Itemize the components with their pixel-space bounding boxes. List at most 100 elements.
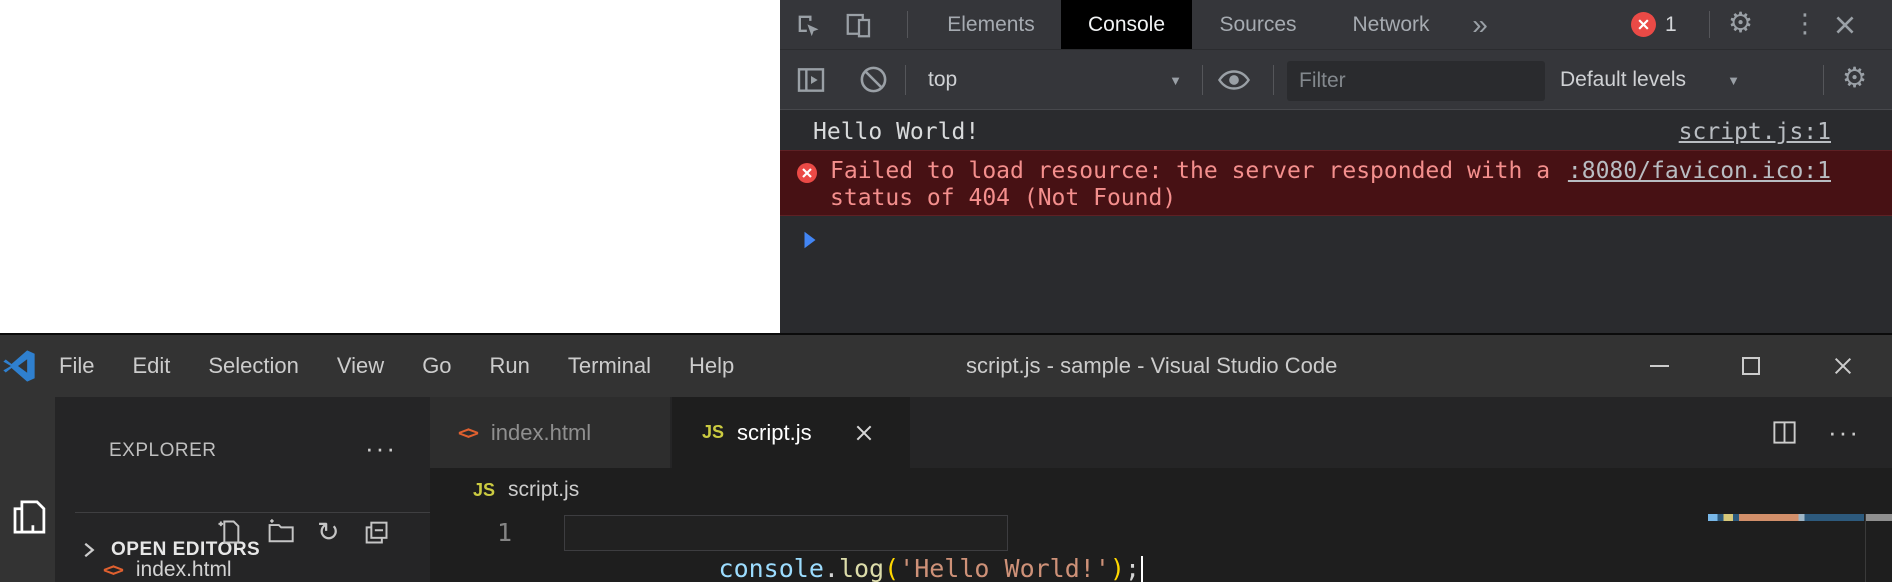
close-devtools-icon[interactable] xyxy=(1832,12,1858,38)
inspect-element-icon[interactable] xyxy=(794,11,822,39)
editor-actions: ··· xyxy=(1771,397,1860,468)
code-token-string: 'Hello World!' xyxy=(899,554,1110,582)
error-message-line1: Failed to load resource: the server resp… xyxy=(830,158,1550,184)
browser-page xyxy=(0,0,780,333)
breadcrumb[interactable]: JS script.js xyxy=(430,468,1892,512)
refresh-icon[interactable]: ↻ xyxy=(317,519,340,546)
menu-selection[interactable]: Selection xyxy=(189,353,318,379)
console-log-message: Hello World! xyxy=(813,119,979,145)
tab-script-js[interactable]: JS script.js xyxy=(672,397,910,468)
console-error-row: Failed to load resource: the server resp… xyxy=(780,150,1892,216)
error-source-link[interactable]: :8080/favicon.ico:1 xyxy=(1568,158,1831,184)
console-prompt-chevron-icon[interactable] xyxy=(800,229,820,251)
explorer-files-icon[interactable] xyxy=(4,495,48,539)
tab-console[interactable]: Console xyxy=(1061,0,1192,49)
menubar: File Edit Selection View Go Run Terminal… xyxy=(40,335,753,397)
divider xyxy=(1202,65,1203,95)
new-folder-icon[interactable] xyxy=(265,518,295,546)
code-token-close-paren: ) xyxy=(1110,554,1125,582)
chevron-right-icon xyxy=(79,540,99,560)
error-count-badge[interactable]: 1 xyxy=(1631,12,1677,37)
console-log-source-link[interactable]: script.js:1 xyxy=(1679,119,1831,145)
new-file-icon[interactable] xyxy=(215,518,243,546)
chevron-down-icon: ▼ xyxy=(1727,73,1740,88)
html-file-icon: <> xyxy=(458,422,477,444)
menu-file[interactable]: File xyxy=(40,353,113,379)
devtools-panel: Elements Console Sources Network » 1 ⚙ ⋮ xyxy=(780,0,1892,333)
explorer-more-actions-icon[interactable]: ··· xyxy=(365,433,397,464)
divider xyxy=(1709,11,1710,38)
code-area[interactable]: 1 console.log('Hello World!'); xyxy=(430,512,1892,582)
menu-terminal[interactable]: Terminal xyxy=(549,353,670,379)
minimap-code-line[interactable] xyxy=(1708,514,1864,521)
clear-console-icon[interactable] xyxy=(858,64,889,95)
tab-index-html[interactable]: <> index.html xyxy=(430,397,670,468)
html-file-icon: <> xyxy=(103,559,122,581)
console-settings-gear-icon[interactable]: ⚙ xyxy=(1842,64,1867,92)
minimize-button[interactable] xyxy=(1636,335,1682,397)
explorer-header: EXPLORER xyxy=(109,440,216,462)
devtools-tabbar: Elements Console Sources Network » 1 ⚙ ⋮ xyxy=(780,0,1892,49)
file-item-label: index.html xyxy=(136,558,232,582)
error-message-line2: status of 404 (Not Found) xyxy=(830,185,1176,211)
vscode-titlebar: File Edit Selection View Go Run Terminal… xyxy=(0,335,1892,397)
split-editor-icon[interactable] xyxy=(1771,419,1798,446)
explorer-sidebar: EXPLORER ··· OPEN EDITORS SAMPLE ↻ <> in… xyxy=(55,397,430,582)
chevron-down-icon: ▼ xyxy=(1169,73,1182,88)
divider xyxy=(1273,65,1274,95)
divider xyxy=(1823,65,1824,95)
menu-run[interactable]: Run xyxy=(471,353,549,379)
vscode-logo-icon xyxy=(2,349,36,383)
file-item-index-html[interactable]: <> index.html xyxy=(103,558,232,582)
live-expression-eye-icon[interactable] xyxy=(1217,68,1251,92)
close-tab-icon[interactable] xyxy=(854,423,874,443)
kebab-menu-icon[interactable]: ⋮ xyxy=(1792,11,1818,37)
minimap-separator xyxy=(1865,514,1866,582)
console-sidebar-icon[interactable] xyxy=(795,64,827,96)
code-token-open-paren: ( xyxy=(884,554,899,582)
error-count: 1 xyxy=(1665,13,1677,37)
tab-label: index.html xyxy=(491,420,591,446)
js-file-icon: JS xyxy=(702,422,724,443)
tab-label: script.js xyxy=(737,420,812,446)
divider xyxy=(907,11,908,38)
tab-sources[interactable]: Sources xyxy=(1208,0,1308,49)
context-selector-dropdown[interactable]: top ▼ xyxy=(920,50,1190,110)
overview-ruler-marker[interactable] xyxy=(1866,514,1892,521)
more-actions-icon[interactable]: ··· xyxy=(1828,417,1860,448)
close-window-button[interactable] xyxy=(1820,335,1866,397)
menu-help[interactable]: Help xyxy=(670,353,753,379)
editor-tabbar: <> index.html JS script.js ··· xyxy=(430,397,1892,468)
maximize-icon xyxy=(1742,357,1760,375)
device-toolbar-icon[interactable] xyxy=(844,10,874,40)
screen: Elements Console Sources Network » 1 ⚙ ⋮ xyxy=(0,0,1892,582)
code-token-semicolon: ; xyxy=(1125,554,1140,582)
code-token-dot: . xyxy=(824,554,839,582)
error-circle-icon xyxy=(796,162,818,184)
error-badge-icon xyxy=(1631,12,1656,37)
divider xyxy=(905,65,906,95)
line-number: 1 xyxy=(490,515,512,551)
menu-go[interactable]: Go xyxy=(403,353,470,379)
close-icon xyxy=(1832,355,1854,377)
code-line-1: console.log('Hello World!'); xyxy=(568,515,1143,551)
breadcrumb-file: script.js xyxy=(508,478,579,502)
settings-gear-icon[interactable]: ⚙ xyxy=(1728,9,1753,37)
log-levels-dropdown[interactable]: Default levels ▼ xyxy=(1560,50,1740,110)
minimize-icon xyxy=(1650,365,1669,367)
editor-group: <> index.html JS script.js ··· JS script… xyxy=(430,397,1892,582)
menu-view[interactable]: View xyxy=(318,353,403,379)
console-messages: Hello World! script.js:1 Failed to load … xyxy=(780,111,1892,333)
collapse-all-icon[interactable] xyxy=(362,518,390,546)
more-tabs-icon[interactable]: » xyxy=(1458,0,1502,49)
context-selector-value: top xyxy=(928,68,957,92)
tab-network[interactable]: Network xyxy=(1336,0,1446,49)
log-levels-value: Default levels xyxy=(1560,68,1686,92)
console-filter-input[interactable]: Filter xyxy=(1287,61,1545,101)
maximize-button[interactable] xyxy=(1728,335,1774,397)
menu-edit[interactable]: Edit xyxy=(113,353,189,379)
tab-elements[interactable]: Elements xyxy=(935,0,1047,49)
console-toolbar: top ▼ Filter Default levels ▼ ⚙ xyxy=(780,49,1892,110)
explorer-actions: ↻ xyxy=(215,518,390,546)
activity-bar xyxy=(0,397,55,582)
